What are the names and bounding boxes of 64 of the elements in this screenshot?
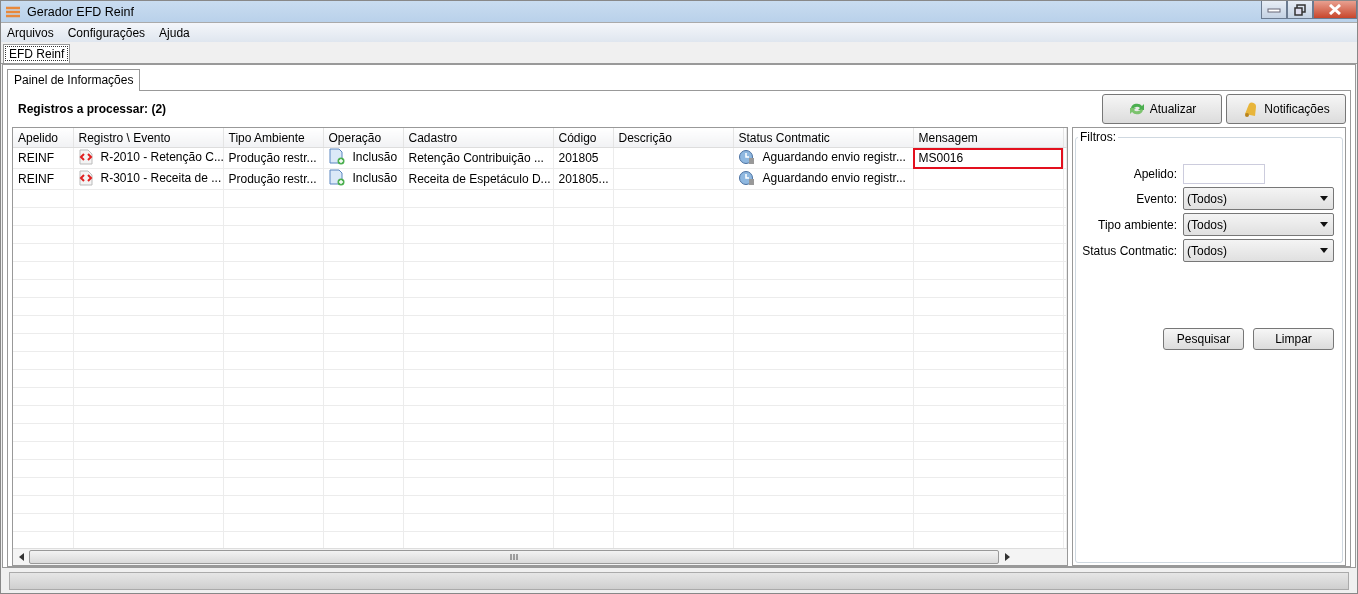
dropdown-arrow-icon [1320,248,1328,253]
scroll-left-icon[interactable] [19,553,24,561]
field-label: Apelido: [1133,167,1177,181]
table-cell: Inclusão [328,169,398,186]
menu-item[interactable]: Configurações [67,25,146,40]
column-header[interactable]: Registro \ Evento [73,128,223,148]
column-header[interactable]: Cadastro [403,128,553,148]
window-title: Gerador EFD Reinf [27,4,134,19]
dropdown-arrow-icon [1320,196,1328,201]
menu-item[interactable]: Arquivos [7,25,54,40]
menu-item[interactable]: Ajuda [159,25,190,40]
table-cell: Receita de Espetáculo D... [408,172,551,186]
table-cell: 201805... [558,172,609,186]
input-field[interactable] [1183,164,1265,184]
dropdown[interactable]: (Todos) [1183,239,1334,262]
minimize-button[interactable] [1261,1,1287,19]
table-cell: Inclusão [328,148,398,165]
field-label: Status Contmatic: [1082,243,1177,258]
close-button[interactable] [1313,1,1357,19]
field-label: Tipo ambiente: [1098,217,1177,232]
notifications-button[interactable]: Notificações [1226,94,1346,124]
minimize-icon [1267,6,1281,13]
table-cell: REINF [18,172,54,186]
refresh-icon [1127,101,1146,117]
table-cell: REINF [18,151,54,165]
column-header[interactable]: Tipo Ambiente [223,128,323,148]
table-cell: MS0016 [918,151,964,165]
clock-icon [738,148,755,165]
column-header[interactable]: Apelido [13,128,73,148]
column-header[interactable]: Operação [323,128,403,148]
field-label: Evento: [1136,191,1177,206]
close-icon [1328,4,1342,15]
add-document-icon [328,169,345,186]
table-cell: Aguardando envio registr... [738,169,906,186]
tab[interactable]: Painel de Informações [7,69,141,91]
table-cell: R-3010 - Receita de ... [78,169,222,186]
search-button[interactable]: Pesquisar [1163,328,1244,350]
dropdown[interactable]: (Todos) [1183,213,1334,236]
column-header[interactable]: Mensagem [913,128,1063,148]
horizontal-scrollbar[interactable] [13,548,1067,565]
clear-button[interactable]: Limpar [1253,328,1334,350]
clock-icon [738,169,755,186]
dropdown[interactable]: (Todos) [1183,187,1334,210]
column-header[interactable]: Código [553,128,613,148]
add-document-icon [328,148,345,165]
grip-icon [510,554,518,560]
restore-icon [1294,3,1306,16]
scroll-right-icon[interactable] [1005,553,1010,561]
maximize-button[interactable] [1287,1,1313,19]
dropdown-arrow-icon [1320,222,1328,227]
table-cell: Aguardando envio registr... [738,148,906,165]
records-count-label: Registros a processar: (2) [18,102,167,116]
table-cell: Retenção Contribuição ... [408,151,544,165]
column-header[interactable]: Descrição [613,128,733,148]
column-header[interactable]: Status Contmatic [733,128,913,148]
code-document-icon [78,148,93,165]
tab[interactable]: EFD Reinf [3,44,71,63]
filters-title: Filtros: [1079,130,1117,144]
table-cell: Produção restr... [228,151,317,165]
table-cell: R-2010 - Retenção C... [78,148,224,165]
table-cell: Produção restr... [228,172,317,186]
refresh-button[interactable]: Atualizar [1102,94,1222,124]
table-cell: 201805 [558,151,599,165]
app-icon [5,5,21,18]
